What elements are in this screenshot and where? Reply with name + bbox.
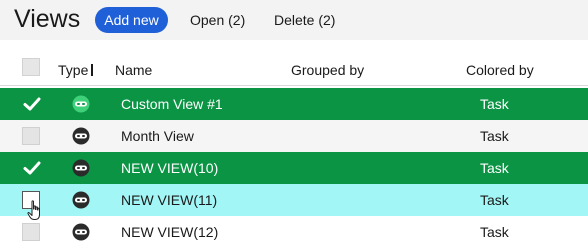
table-header: Type Name Grouped by Colored by xyxy=(0,52,588,86)
select-all-checkbox[interactable] xyxy=(22,58,40,76)
row-checkbox[interactable] xyxy=(22,223,40,241)
view-name: Custom View #1 xyxy=(121,96,223,112)
view-name: Month View xyxy=(121,128,194,144)
table-row[interactable]: NEW VIEW(10) Task xyxy=(0,152,588,184)
colored-by-value: Task xyxy=(480,224,509,240)
mask-icon xyxy=(72,95,90,113)
colored-by-value: Task xyxy=(480,96,509,112)
column-resize-handle[interactable] xyxy=(91,64,94,76)
column-header-grouped-by[interactable]: Grouped by xyxy=(291,62,364,78)
toolbar: Views Add new Open (2) Delete (2) xyxy=(0,0,588,40)
view-name: NEW VIEW(12) xyxy=(121,224,219,240)
mask-icon xyxy=(72,127,90,145)
checkmark-icon[interactable] xyxy=(22,94,42,114)
page-title: Views xyxy=(14,5,81,33)
table-row[interactable]: Custom View #1 Task xyxy=(0,88,588,120)
checkmark-icon[interactable] xyxy=(22,158,42,178)
table-row[interactable]: NEW VIEW(12) Task xyxy=(0,216,588,248)
column-header-type[interactable]: Type xyxy=(58,62,94,78)
view-name: NEW VIEW(10) xyxy=(121,160,219,176)
hand-pointer-icon xyxy=(27,200,40,220)
mask-icon xyxy=(72,191,90,209)
view-name: NEW VIEW(11) xyxy=(121,192,218,208)
colored-by-value: Task xyxy=(480,192,509,208)
add-new-button[interactable]: Add new xyxy=(95,7,168,33)
column-header-colored-by[interactable]: Colored by xyxy=(466,62,534,78)
delete-button[interactable]: Delete (2) xyxy=(274,7,335,33)
colored-by-value: Task xyxy=(480,128,509,144)
column-header-name[interactable]: Name xyxy=(115,62,152,78)
mask-icon xyxy=(72,159,90,177)
row-checkbox[interactable] xyxy=(22,127,40,145)
table-row[interactable]: Month View Task xyxy=(0,120,588,152)
open-button[interactable]: Open (2) xyxy=(190,7,245,33)
mask-icon xyxy=(72,223,90,241)
table-row[interactable]: NEW VIEW(11) Task xyxy=(0,184,588,216)
colored-by-value: Task xyxy=(480,160,509,176)
